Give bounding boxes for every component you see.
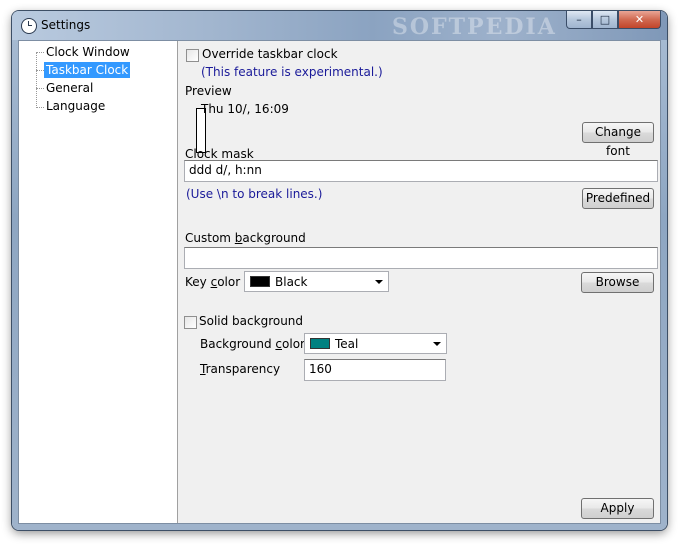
predefined-button[interactable]: Predefined (582, 188, 654, 209)
apply-button[interactable]: Apply (581, 498, 654, 519)
tree-connector (36, 52, 44, 53)
key-color-swatch (250, 276, 270, 287)
tree-connector (36, 52, 37, 108)
custom-background-label: Custom background (185, 231, 306, 245)
tree-item-general[interactable]: General (44, 80, 95, 96)
preview-text: Thu 10/, 16:09 (201, 102, 289, 116)
tree-connector (36, 107, 44, 108)
experimental-note: (This feature is experimental.) (201, 65, 383, 79)
browse-button[interactable]: Browse (581, 272, 654, 293)
key-color-select[interactable]: Black (244, 271, 389, 292)
minimize-button[interactable]: – (566, 11, 592, 29)
clock-mask-label: Clock mask (185, 147, 254, 161)
override-taskbar-clock-checkbox[interactable] (186, 49, 199, 62)
preview-label: Preview (185, 84, 232, 98)
dropdown-arrow-icon (375, 280, 383, 284)
clock-icon (21, 18, 37, 34)
close-button[interactable]: ✕ (618, 11, 661, 29)
custom-background-input[interactable] (184, 247, 658, 269)
clock-mask-hint: (Use \n to break lines.) (186, 187, 323, 201)
tree-item-language[interactable]: Language (44, 98, 107, 114)
settings-window: Settings SOFTPEDIA – □ ✕ Clock Window Ta… (12, 11, 667, 530)
background-color-swatch (310, 338, 330, 349)
clock-mask-input[interactable]: ddd d/, h:nn (184, 160, 658, 182)
background-color-label: Background color (200, 337, 305, 351)
change-font-button[interactable]: Change font (582, 122, 654, 158)
caption-buttons: – □ ✕ (566, 11, 661, 30)
tree-item-clock-window[interactable]: Clock Window (44, 44, 132, 60)
client-area: Clock Window Taskbar Clock General Langu… (18, 40, 661, 524)
override-taskbar-clock-label: Override taskbar clock (202, 47, 338, 61)
settings-tree[interactable]: Clock Window Taskbar Clock General Langu… (19, 41, 178, 523)
key-color-value: Black (275, 275, 308, 289)
background-color-value: Teal (335, 337, 359, 351)
tree-item-taskbar-clock[interactable]: Taskbar Clock (44, 62, 131, 78)
transparency-input[interactable]: 160 (304, 359, 446, 381)
tree-connector (36, 70, 44, 71)
solid-background-checkbox[interactable] (184, 316, 197, 329)
solid-background-label: Solid background (199, 314, 304, 328)
maximize-button[interactable]: □ (592, 11, 618, 29)
window-title: Settings (41, 18, 91, 32)
title-bar[interactable]: Settings SOFTPEDIA – □ ✕ (12, 11, 667, 40)
transparency-label: Transparency (200, 362, 281, 376)
dropdown-arrow-icon (433, 342, 441, 346)
background-color-select[interactable]: Teal (304, 333, 447, 354)
watermark-text: SOFTPEDIA (392, 14, 557, 40)
tree-connector (36, 88, 44, 89)
key-color-label: Key color (185, 275, 241, 289)
